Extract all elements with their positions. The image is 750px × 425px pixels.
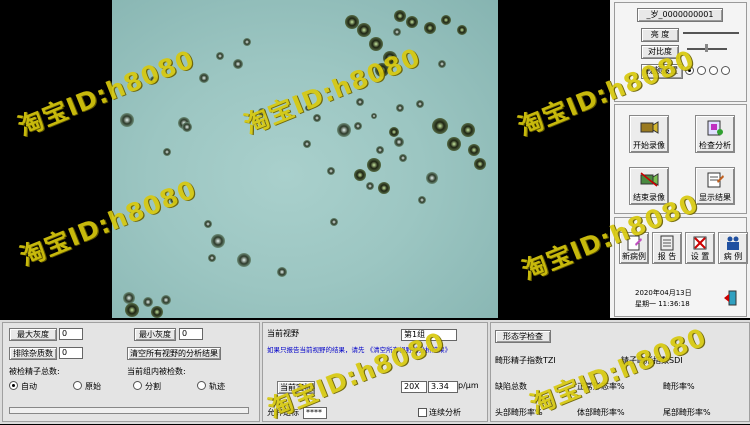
left-black-strip — [0, 0, 112, 320]
head-abnormal-label: 头部畸形率% — [495, 408, 543, 417]
case-control-box: 新病例 报 告 设 置 病 例 2020年04月13日 星期一 11:36:18 — [614, 217, 748, 317]
microscope-view[interactable] — [112, 0, 498, 318]
radio-auto[interactable] — [9, 381, 18, 390]
settings-label: 设 置 — [690, 252, 710, 261]
tzi-label: 畸形精子指数TZI — [495, 356, 556, 365]
video-control-box: _岁_0000000001 亮 度 对比度 视频设置 — [614, 2, 747, 102]
brightness-slider[interactable] — [683, 32, 739, 34]
cases-button[interactable]: 病 例 — [718, 232, 748, 264]
stop-record-button[interactable]: 结束录像 — [629, 167, 669, 205]
exclude-noise-button[interactable]: 排除杂质数 — [9, 347, 57, 360]
stop-camera-icon — [640, 172, 659, 187]
result-icon — [707, 172, 724, 188]
bottom-panel: 最大灰度 0 最小灰度 0 排除杂质数 0 清空所有视野的分析结果 被检精子总数… — [0, 320, 750, 424]
right-control-panel: _岁_0000000001 亮 度 对比度 视频设置 开始录像 检查分析 结束录… — [610, 0, 750, 318]
radio-track-label: 轨迹 — [209, 382, 225, 391]
camera-icon — [640, 121, 659, 134]
patient-id-button[interactable]: _岁_0000000001 — [637, 8, 723, 22]
show-result-label: 显示结果 — [699, 193, 731, 202]
current-calib-button[interactable]: 当前定标 — [277, 381, 315, 394]
allow-calib-field[interactable]: **** — [303, 407, 327, 419]
record-control-box: 开始录像 检查分析 结束录像 显示结果 — [614, 104, 747, 214]
abnormal-rate-label: 畸形率% — [663, 382, 695, 391]
exclude-noise-field[interactable]: 0 — [59, 347, 83, 359]
date-text: 2020年04月13日 — [635, 289, 692, 297]
radio-segment-label: 分割 — [145, 382, 161, 391]
unit-label: p/μm — [458, 381, 479, 390]
settings-button[interactable]: 设 置 — [685, 232, 715, 264]
mid-abnormal-label: 体部畸形率% — [577, 408, 625, 417]
new-doc-icon — [627, 235, 642, 251]
radio-auto-label: 自动 — [21, 382, 37, 391]
max-gray-field[interactable]: 0 — [59, 328, 83, 340]
video-radio-2[interactable] — [697, 66, 706, 75]
group-select[interactable]: 第1组 — [401, 329, 457, 341]
current-field-label: 当前视野 — [267, 329, 299, 338]
tail-abnormal-label: 尾部畸形率% — [663, 408, 711, 417]
morph-check-button[interactable]: 形态学检查 — [495, 330, 551, 343]
analysis-icon — [707, 120, 723, 136]
report-icon — [660, 235, 674, 251]
clear-all-button[interactable]: 清空所有视野的分析结果 — [127, 347, 221, 360]
video-radio-1[interactable] — [685, 66, 694, 75]
continuous-checkbox[interactable] — [418, 408, 427, 417]
info-text: 如果只报告当前视野的结果，请先 《清空所有视野的分析结果》 — [267, 346, 452, 354]
exit-icon — [724, 290, 737, 306]
brightness-button[interactable]: 亮 度 — [641, 28, 679, 42]
morphology-group: 形态学检查 畸形精子指数TZI 精子畸形指数SDI 缺陷总数 正常形态率% 畸形… — [490, 322, 750, 422]
right-black-strip — [498, 0, 610, 320]
total-sperm-label: 被检精子总数: — [9, 367, 60, 376]
video-radio-3[interactable] — [709, 66, 718, 75]
max-gray-button[interactable]: 最大灰度 — [9, 328, 57, 341]
radio-original[interactable] — [73, 381, 82, 390]
show-result-button[interactable]: 显示结果 — [695, 167, 735, 205]
check-analysis-label: 检查分析 — [699, 141, 731, 150]
zoom-select[interactable]: 20X — [401, 381, 427, 393]
start-record-label: 开始录像 — [633, 141, 665, 150]
people-icon — [727, 236, 739, 250]
video-radio-4[interactable] — [721, 66, 730, 75]
defect-total-label: 缺陷总数 — [495, 382, 527, 391]
gray-settings-group: 最大灰度 0 最小灰度 0 排除杂质数 0 清空所有视野的分析结果 被检精子总数… — [2, 322, 260, 422]
radio-original-label: 原始 — [85, 382, 101, 391]
radio-track[interactable] — [197, 381, 206, 390]
min-gray-button[interactable]: 最小灰度 — [134, 328, 176, 341]
report-label: 报 告 — [657, 252, 677, 261]
min-gray-field[interactable]: 0 — [179, 328, 203, 340]
new-case-button[interactable]: 新病例 — [619, 232, 649, 264]
cases-label: 病 例 — [723, 252, 743, 261]
exit-button[interactable] — [723, 290, 737, 306]
allow-calib-label: 允许定标 — [267, 408, 299, 417]
normal-rate-label: 正常形态率% — [577, 382, 625, 391]
new-case-label: 新病例 — [622, 252, 646, 261]
start-record-button[interactable]: 开始录像 — [629, 115, 669, 153]
settings-icon — [693, 236, 707, 250]
group-sperm-label: 当前组内被检数: — [127, 367, 186, 376]
time-text: 星期一 11:36:18 — [635, 300, 690, 308]
report-button[interactable]: 报 告 — [652, 232, 682, 264]
contrast-slider-thumb[interactable] — [705, 44, 708, 52]
radio-segment[interactable] — [133, 381, 142, 390]
field-settings-group: 当前视野 第1组 如果只报告当前视野的结果，请先 《清空所有视野的分析结果》 当… — [262, 322, 488, 422]
sdi-label: 精子畸形指数SDI — [621, 356, 683, 365]
stop-record-label: 结束录像 — [633, 193, 665, 202]
sperm-cells-image — [120, 10, 486, 318]
check-analysis-button[interactable]: 检查分析 — [695, 115, 735, 153]
progress-bar — [9, 407, 249, 414]
contrast-button[interactable]: 对比度 — [641, 45, 679, 59]
scale-value-field[interactable]: 3.34 — [428, 381, 458, 393]
continuous-label: 连续分析 — [429, 408, 461, 417]
video-settings-button[interactable]: 视频设置 — [641, 64, 683, 79]
